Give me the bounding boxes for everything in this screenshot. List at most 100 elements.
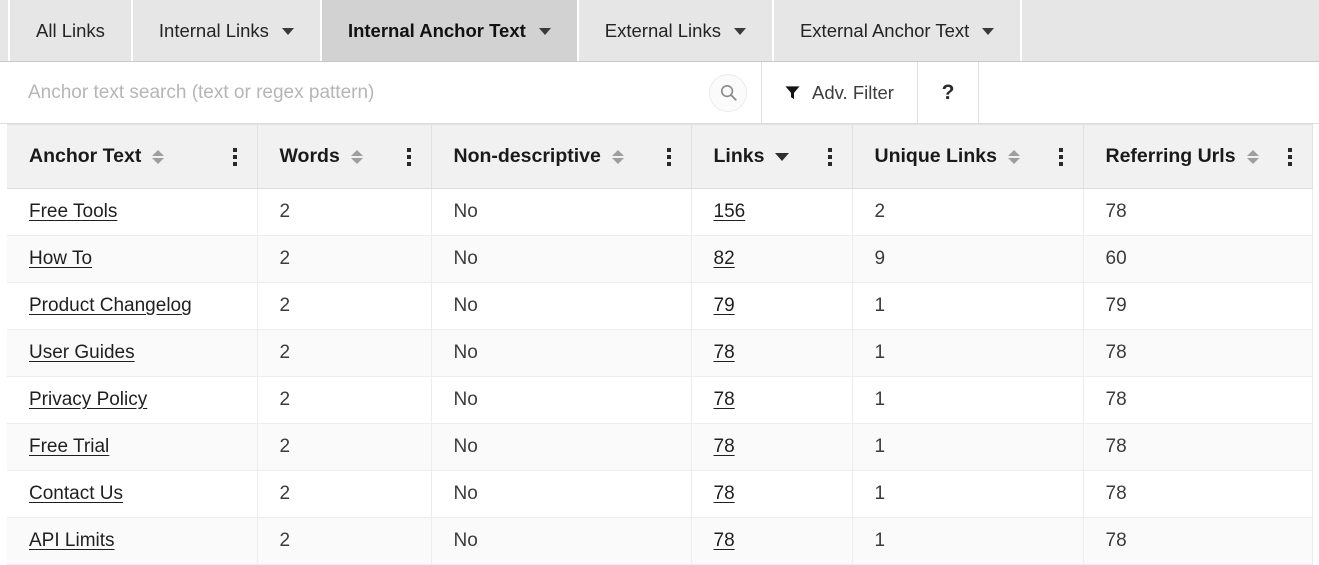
search-button[interactable] bbox=[709, 74, 747, 112]
sort-descending-icon[interactable] bbox=[775, 153, 789, 161]
cell-words: 2 bbox=[257, 283, 431, 330]
cell-links-link[interactable]: 82 bbox=[714, 248, 735, 269]
cell-anchor-text: User Guides bbox=[7, 330, 257, 377]
column-menu-icon[interactable] bbox=[1059, 148, 1063, 166]
cell-links-link[interactable]: 156 bbox=[714, 201, 746, 222]
cell-anchor-text-link[interactable]: API Limits bbox=[29, 530, 115, 551]
cell-unique-links: 1 bbox=[852, 377, 1083, 424]
tab-label: External Links bbox=[605, 20, 721, 42]
cell-links: 78 bbox=[691, 377, 852, 424]
column-header-label[interactable]: Links bbox=[714, 145, 765, 168]
column-header-words[interactable]: Words bbox=[257, 125, 431, 189]
cell-anchor-text-link[interactable]: Contact Us bbox=[29, 483, 123, 504]
tab-external-links[interactable]: External Links bbox=[579, 0, 774, 61]
cell-links-link[interactable]: 78 bbox=[714, 436, 735, 457]
cell-anchor-text-link[interactable]: How To bbox=[29, 248, 92, 269]
column-menu-icon[interactable] bbox=[233, 148, 237, 166]
cell-links-link[interactable]: 79 bbox=[714, 295, 735, 316]
table-row: Free Tools2No156278 bbox=[7, 189, 1312, 236]
column-header-label[interactable]: Non-descriptive bbox=[454, 145, 601, 168]
chevron-down-icon[interactable] bbox=[282, 28, 294, 35]
cell-anchor-text: API Limits bbox=[7, 518, 257, 565]
column-header-referring-urls[interactable]: Referring Urls bbox=[1083, 125, 1312, 189]
chevron-down-icon[interactable] bbox=[734, 28, 746, 35]
cell-links: 78 bbox=[691, 424, 852, 471]
column-header-anchor-text[interactable]: Anchor Text bbox=[7, 125, 257, 189]
table-header-row: Anchor Text Words Non-descriptive bbox=[7, 125, 1312, 189]
search-input[interactable] bbox=[0, 62, 761, 123]
search-icon bbox=[719, 83, 738, 102]
cell-unique-links: 1 bbox=[852, 424, 1083, 471]
cell-anchor-text-link[interactable]: Product Changelog bbox=[29, 295, 192, 316]
table-body: Free Tools2No156278How To2No82960Product… bbox=[7, 189, 1312, 565]
table-row: Product Changelog2No79179 bbox=[7, 283, 1312, 330]
sort-toggle-icon[interactable] bbox=[152, 150, 164, 164]
column-menu-icon[interactable] bbox=[828, 148, 832, 166]
help-label: ? bbox=[942, 81, 955, 105]
cell-words: 2 bbox=[257, 518, 431, 565]
adv-filter-button[interactable]: Adv. Filter bbox=[762, 62, 918, 123]
sort-toggle-icon[interactable] bbox=[612, 150, 624, 164]
cell-links-link[interactable]: 78 bbox=[714, 483, 735, 504]
cell-words: 2 bbox=[257, 330, 431, 377]
cell-unique-links: 1 bbox=[852, 518, 1083, 565]
adv-filter-label: Adv. Filter bbox=[812, 82, 894, 104]
cell-unique-links: 2 bbox=[852, 189, 1083, 236]
chevron-down-icon[interactable] bbox=[982, 28, 994, 35]
tab-external-anchor-text[interactable]: External Anchor Text bbox=[774, 0, 1022, 61]
cell-referring-urls: 78 bbox=[1083, 471, 1312, 518]
column-menu-icon[interactable] bbox=[407, 148, 411, 166]
cell-non-descriptive: No bbox=[431, 377, 691, 424]
search-toolbar: Adv. Filter ? bbox=[0, 62, 1319, 124]
tab-internal-anchor-text[interactable]: Internal Anchor Text bbox=[322, 0, 579, 61]
cell-anchor-text-link[interactable]: Free Trial bbox=[29, 436, 109, 457]
cell-non-descriptive: No bbox=[431, 471, 691, 518]
cell-referring-urls: 78 bbox=[1083, 424, 1312, 471]
table-container: Anchor Text Words Non-descriptive bbox=[0, 124, 1319, 565]
tab-internal-links[interactable]: Internal Links bbox=[133, 0, 322, 61]
column-header-label[interactable]: Unique Links bbox=[875, 145, 997, 168]
cell-links: 156 bbox=[691, 189, 852, 236]
chevron-down-icon[interactable] bbox=[539, 28, 551, 35]
tab-label: Internal Anchor Text bbox=[348, 20, 526, 42]
help-button[interactable]: ? bbox=[918, 62, 979, 123]
cell-referring-urls: 79 bbox=[1083, 283, 1312, 330]
cell-referring-urls: 78 bbox=[1083, 330, 1312, 377]
column-header-non-descriptive[interactable]: Non-descriptive bbox=[431, 125, 691, 189]
table-row: How To2No82960 bbox=[7, 236, 1312, 283]
cell-non-descriptive: No bbox=[431, 330, 691, 377]
tab-bar: All Links Internal Links Internal Anchor… bbox=[0, 0, 1319, 62]
column-header-label[interactable]: Referring Urls bbox=[1106, 145, 1236, 168]
toolbar-filler bbox=[979, 62, 1319, 123]
cell-links: 82 bbox=[691, 236, 852, 283]
column-header-label[interactable]: Anchor Text bbox=[29, 145, 141, 168]
cell-unique-links: 1 bbox=[852, 283, 1083, 330]
cell-non-descriptive: No bbox=[431, 236, 691, 283]
column-menu-icon[interactable] bbox=[667, 148, 671, 166]
tab-label: All Links bbox=[36, 20, 105, 42]
cell-anchor-text-link[interactable]: Privacy Policy bbox=[29, 389, 147, 410]
column-header-unique-links[interactable]: Unique Links bbox=[852, 125, 1083, 189]
column-menu-icon[interactable] bbox=[1288, 148, 1292, 166]
cell-links: 78 bbox=[691, 518, 852, 565]
cell-links-link[interactable]: 78 bbox=[714, 342, 735, 363]
tab-label: External Anchor Text bbox=[800, 20, 969, 42]
sort-toggle-icon[interactable] bbox=[1247, 150, 1259, 164]
cell-anchor-text-link[interactable]: User Guides bbox=[29, 342, 135, 363]
column-header-links[interactable]: Links bbox=[691, 125, 852, 189]
search-field-wrapper bbox=[0, 62, 762, 123]
cell-referring-urls: 78 bbox=[1083, 518, 1312, 565]
column-header-label[interactable]: Words bbox=[280, 145, 340, 168]
sort-toggle-icon[interactable] bbox=[1008, 150, 1020, 164]
tab-bar-filler bbox=[1022, 0, 1319, 61]
cell-non-descriptive: No bbox=[431, 424, 691, 471]
tab-label: Internal Links bbox=[159, 20, 269, 42]
table-row: API Limits2No78178 bbox=[7, 518, 1312, 565]
cell-anchor-text-link[interactable]: Free Tools bbox=[29, 201, 117, 222]
cell-links-link[interactable]: 78 bbox=[714, 530, 735, 551]
cell-links-link[interactable]: 78 bbox=[714, 389, 735, 410]
cell-non-descriptive: No bbox=[431, 189, 691, 236]
tab-all-links[interactable]: All Links bbox=[8, 0, 133, 61]
sort-toggle-icon[interactable] bbox=[351, 150, 363, 164]
cell-words: 2 bbox=[257, 189, 431, 236]
